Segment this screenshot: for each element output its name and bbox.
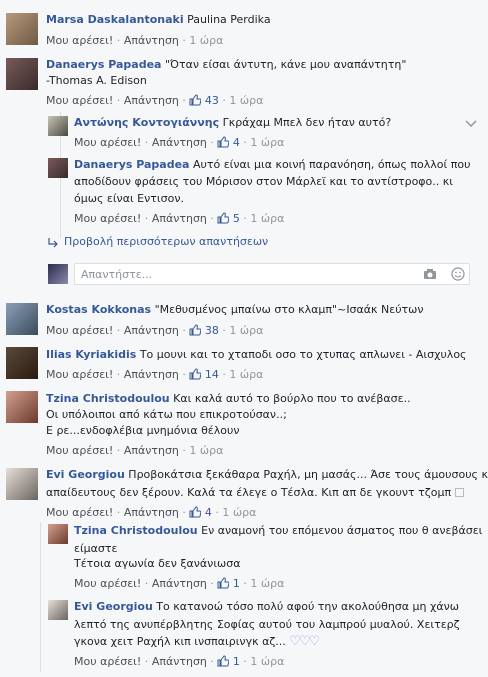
- timestamp[interactable]: 1 ώρα: [189, 444, 223, 457]
- avatar[interactable]: [48, 600, 68, 620]
- comment-text: Αυτό είναι μια κοινή παρανόηση, όπως πολ…: [189, 158, 471, 171]
- like-link[interactable]: Μου αρέσει!: [46, 368, 113, 381]
- reply-link[interactable]: Απάντηση: [124, 34, 179, 47]
- reply-link[interactable]: Απάντηση: [152, 212, 207, 225]
- comment-text: "Όταν είσαι άντυτη, κάνε μου αναπάντητη": [161, 58, 407, 71]
- thumbs-up-icon[interactable]: [217, 136, 230, 148]
- timestamp[interactable]: 1 ώρα: [229, 324, 263, 337]
- avatar[interactable]: [48, 116, 68, 136]
- comment-text: αποδίδουν φράσεις του Μόρισον στον Μάρλε…: [74, 175, 453, 188]
- timestamp[interactable]: 1 ώρα: [229, 368, 263, 381]
- camera-icon[interactable]: [423, 267, 437, 281]
- comment-text: Το μουνι και το χταποδι οσο το χτυπας απ…: [136, 348, 467, 361]
- timestamp[interactable]: 1 ώρα: [229, 94, 263, 107]
- comment-text: Οι υπόλοιποι από κάτω που επικροτούσαν..…: [46, 408, 287, 421]
- reply-link[interactable]: Απάντηση: [124, 444, 179, 457]
- comment-text: Paulina Perdika: [183, 13, 271, 26]
- comment-text: Εν αναμονή του επόμενου άσματος που θ αν…: [197, 524, 483, 537]
- like-count[interactable]: 43: [205, 94, 219, 107]
- reply-link[interactable]: Απάντηση: [124, 324, 179, 337]
- timestamp[interactable]: 1 ώρα: [250, 577, 284, 590]
- reply-link[interactable]: Απάντηση: [124, 506, 179, 519]
- like-count[interactable]: 5: [233, 212, 240, 225]
- commenter-name[interactable]: Evi Georgiou: [74, 600, 153, 613]
- comment-text: Τέτοια αγωνία δεν ξανάνιωσα: [74, 557, 241, 570]
- timestamp[interactable]: 1 ώρα: [222, 506, 256, 519]
- emoji-icon[interactable]: [451, 267, 465, 281]
- comment-text: όμως είναι Εντισον.: [74, 192, 184, 205]
- thumbs-up-icon[interactable]: [217, 655, 230, 667]
- commenter-name[interactable]: Evi Georgiou: [46, 468, 125, 481]
- reply-link[interactable]: Απάντηση: [152, 136, 207, 149]
- comment-text: είμαστε: [74, 542, 118, 555]
- comment-text: Ε ρε...ενδοφλέβια μνημόνια θέλουν: [46, 424, 240, 437]
- comment-text: Και καλά αυτό το βούρλο που το ανέβασε..: [169, 392, 411, 405]
- comment-text: Το κατανοώ τόσο πολύ αφού την ακολούθησα…: [152, 600, 459, 613]
- commenter-name[interactable]: Tzina Christodoulou: [74, 524, 198, 537]
- like-count[interactable]: 4: [233, 136, 240, 149]
- avatar[interactable]: [6, 391, 38, 423]
- avatar[interactable]: [48, 524, 68, 544]
- reply-link[interactable]: Απάντηση: [152, 655, 207, 668]
- avatar[interactable]: [6, 303, 38, 335]
- avatar[interactable]: [6, 468, 38, 500]
- like-link[interactable]: Μου αρέσει!: [46, 94, 113, 107]
- avatar[interactable]: [48, 158, 68, 178]
- reply-arrow-icon: [48, 238, 58, 248]
- missing-glyph-icon: [454, 488, 464, 497]
- commenter-name[interactable]: Αντώνης Κοντογιάννης: [74, 116, 219, 129]
- reply-link[interactable]: Απάντηση: [124, 368, 179, 381]
- avatar[interactable]: [6, 347, 38, 379]
- commenter-name[interactable]: Danaerys Papadea: [46, 58, 161, 71]
- comment-text: "Μεθυσμένος μπαίνω στο κλαμπ"~Ισαάκ Νεύτ…: [151, 303, 424, 316]
- like-link[interactable]: Μου αρέσει!: [74, 655, 141, 668]
- commenter-name[interactable]: Marsa Daskalantonaki: [46, 13, 184, 26]
- like-count[interactable]: 4: [205, 506, 212, 519]
- thumbs-up-icon[interactable]: [189, 368, 202, 380]
- commenter-name[interactable]: Ilias Kyriakidis: [46, 348, 136, 361]
- avatar[interactable]: [6, 13, 38, 45]
- like-count[interactable]: 1: [233, 577, 240, 590]
- commenter-name[interactable]: Danaerys Papadea: [74, 158, 189, 171]
- like-link[interactable]: Μου αρέσει!: [46, 506, 113, 519]
- thumbs-up-icon[interactable]: [189, 94, 202, 106]
- comment-text: Γκράχαμ Μπελ δεν ήταν αυτό?: [219, 116, 392, 129]
- comment-text: απαίδευτους δεν ξέρουν. Καλά τα έλεγε ο …: [46, 486, 452, 499]
- like-link[interactable]: Μου αρέσει!: [74, 212, 141, 225]
- like-link[interactable]: Μου αρέσει!: [74, 577, 141, 590]
- reply-link[interactable]: Απάντηση: [124, 94, 179, 107]
- like-count[interactable]: 38: [205, 324, 219, 337]
- comment-text: λεπτό της ανυπέρβλητης Σοφίας αυτού του …: [74, 618, 460, 631]
- avatar[interactable]: [6, 58, 38, 90]
- comment-text: -Thomas A. Edison: [46, 74, 147, 87]
- reply-input[interactable]: Απαντήστε...: [74, 263, 470, 285]
- thumbs-up-icon[interactable]: [217, 577, 230, 589]
- comment-text: γκονα χειτ Ραχήλ κιπ ινσπαιρινγκ αζ...: [74, 635, 286, 648]
- view-more-replies[interactable]: Προβολή περισσότερων απαντήσεων: [48, 235, 268, 249]
- thumbs-up-icon[interactable]: [189, 324, 202, 336]
- timestamp[interactable]: 1 ώρα: [250, 655, 284, 668]
- like-link[interactable]: Μου αρέσει!: [46, 324, 113, 337]
- chevron-down-icon[interactable]: [465, 120, 477, 128]
- timestamp[interactable]: 1 ώρα: [250, 136, 284, 149]
- like-link[interactable]: Μου αρέσει!: [46, 34, 113, 47]
- timestamp[interactable]: 1 ώρα: [250, 212, 284, 225]
- commenter-name[interactable]: Kostas Kokkonas: [46, 303, 151, 316]
- like-count[interactable]: 1: [233, 655, 240, 668]
- timestamp[interactable]: 1 ώρα: [189, 34, 223, 47]
- reply-link[interactable]: Απάντηση: [152, 577, 207, 590]
- thumbs-up-icon[interactable]: [189, 506, 202, 518]
- like-link[interactable]: Μου αρέσει!: [74, 136, 141, 149]
- like-link[interactable]: Μου αρέσει!: [46, 444, 113, 457]
- comment-text: Προβοκάτσια ξεκάθαρα Ραχήλ, μη μασάς... …: [124, 468, 488, 481]
- like-count[interactable]: 14: [205, 368, 219, 381]
- commenter-name[interactable]: Tzina Christodoulou: [46, 392, 170, 405]
- heart-icon: ♡♡♡: [289, 634, 320, 649]
- thumbs-up-icon[interactable]: [217, 212, 230, 224]
- thread-line: [40, 522, 41, 672]
- avatar: [48, 264, 68, 284]
